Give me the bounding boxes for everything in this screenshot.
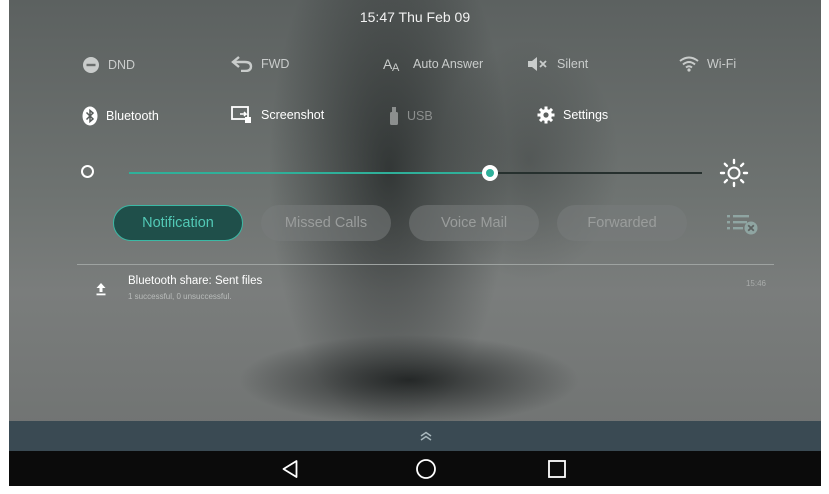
usb-label: USB <box>407 109 433 123</box>
fwd-label: FWD <box>261 57 290 71</box>
dnd-label: DND <box>108 58 136 72</box>
usb-icon <box>390 107 398 125</box>
shade-handle-bar[interactable] <box>9 421 821 451</box>
tab-voice-mail[interactable]: Voice Mail <box>409 205 539 241</box>
settings-button[interactable]: Settings <box>537 106 608 124</box>
screenshot-label: Screenshot <box>261 108 325 122</box>
list-item[interactable]: Bluetooth share: Sent files 1 successful… <box>77 270 774 320</box>
auto-answer-icon: AA <box>383 56 400 72</box>
wifi-icon <box>679 56 699 72</box>
recents-button[interactable] <box>532 451 582 486</box>
bluetooth-icon <box>82 106 98 126</box>
auto-answer-toggle[interactable]: AA Auto Answer <box>383 56 483 72</box>
screenshot-icon <box>231 106 251 123</box>
tab-missed-calls[interactable]: Missed Calls <box>261 205 391 241</box>
notification-body: 1 successful, 0 unsuccessful. <box>128 292 232 301</box>
settings-label: Settings <box>563 108 609 122</box>
fwd-toggle[interactable]: FWD <box>231 56 289 72</box>
forward-arrow-icon <box>231 56 253 72</box>
notification-title: Bluetooth share: Sent files <box>128 275 263 287</box>
screenshot-button[interactable]: Screenshot <box>231 106 324 124</box>
tab-notification[interactable]: Notification <box>113 205 243 241</box>
tab-notification-label: Notification <box>142 215 214 231</box>
upload-icon <box>96 283 106 296</box>
notification-time: 15:46 <box>745 279 766 288</box>
brightness-fill <box>129 172 490 174</box>
tab-voice-mail-label: Voice Mail <box>440 215 508 231</box>
chevron-up-double-icon <box>420 431 432 441</box>
navigation-bar <box>9 451 821 486</box>
notification-tabs: Notification Missed Calls Voice Mail For… <box>113 205 813 243</box>
home-circle-icon <box>416 458 436 479</box>
silent-toggle[interactable]: Silent <box>527 56 588 72</box>
back-triangle-icon <box>282 459 298 478</box>
clear-list-icon[interactable] <box>725 213 759 235</box>
tabs-divider <box>77 264 774 265</box>
minus-circle-icon <box>83 57 99 73</box>
svg-text:A: A <box>392 62 400 72</box>
tab-forwarded[interactable]: Forwarded <box>557 205 687 241</box>
auto-answer-label: Auto Answer <box>413 57 484 71</box>
speaker-mute-icon <box>528 57 547 71</box>
tab-forwarded-label: Forwarded <box>587 215 657 231</box>
silent-label: Silent <box>557 57 589 71</box>
back-button[interactable] <box>265 451 315 486</box>
brightness-track[interactable] <box>129 165 702 181</box>
tab-missed-calls-label: Missed Calls <box>284 215 368 231</box>
brightness-high-icon <box>719 158 749 188</box>
wifi-label: Wi-Fi <box>707 57 737 71</box>
bluetooth-label: Bluetooth <box>106 109 159 123</box>
wifi-toggle[interactable]: Wi-Fi <box>679 56 736 72</box>
quick-settings-row-2: Bluetooth Screenshot USB Settings <box>9 106 821 136</box>
usb-toggle[interactable]: USB <box>389 106 433 126</box>
status-bar: 15:47 Thu Feb 09 <box>9 0 821 38</box>
dnd-toggle[interactable]: DND <box>82 56 135 74</box>
brightness-thumb[interactable] <box>481 165 498 181</box>
bluetooth-toggle[interactable]: Bluetooth <box>82 106 159 126</box>
gear-icon <box>537 106 555 124</box>
status-clock: 15:47 Thu Feb 09 <box>359 9 471 25</box>
quick-settings-row-1: DND FWD AA Auto Answer Silent Wi-Fi <box>9 56 821 86</box>
brightness-slider[interactable] <box>79 158 759 188</box>
home-button[interactable] <box>401 451 451 486</box>
notification-shade: 15:47 Thu Feb 09 DND FWD AA Auto Answer … <box>9 0 821 486</box>
brightness-low-icon <box>81 165 94 178</box>
recents-square-icon <box>548 459 566 478</box>
